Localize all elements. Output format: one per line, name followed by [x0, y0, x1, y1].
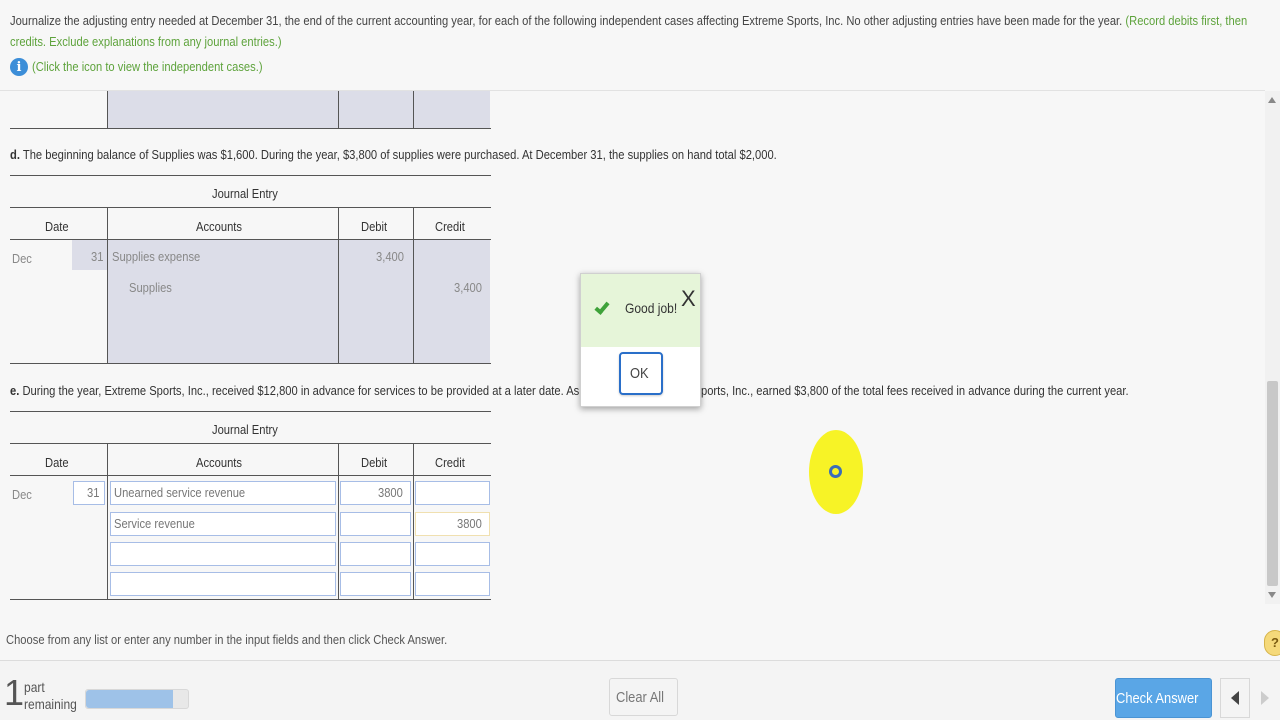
chevron-right-icon: [1261, 691, 1269, 705]
case-e-row3-account-input[interactable]: [110, 542, 336, 566]
info-row: i (Click the icon to view the independen…: [10, 56, 300, 76]
case-d-header-debit: Debit: [360, 219, 387, 234]
case-e-header-debit: Debit: [360, 455, 387, 470]
case-e-label: e.: [10, 383, 20, 398]
footer-hint: Choose from any list or enter any number…: [6, 632, 448, 647]
case-e-row3-credit-input[interactable]: [415, 542, 490, 566]
help-icon[interactable]: ?: [1264, 630, 1280, 656]
chevron-left-icon: [1231, 691, 1239, 705]
case-e-header-credit: Credit: [434, 455, 465, 470]
feedback-dialog: Good job! X OK: [580, 273, 701, 407]
info-icon[interactable]: i: [10, 58, 28, 76]
progress-bar: [85, 689, 189, 709]
case-e-row4-debit-input[interactable]: [340, 572, 411, 596]
case-e-header-date: Date: [44, 455, 69, 470]
case-e-row2-debit-input[interactable]: [340, 512, 411, 536]
clear-all-button[interactable]: Clear All: [609, 678, 678, 716]
parts-remaining-count: 1: [4, 672, 25, 713]
case-d-header-date: Date: [44, 219, 69, 234]
case-e-row3-debit-input[interactable]: [340, 542, 411, 566]
progress-fill: [86, 690, 173, 708]
case-e-row4-account-input[interactable]: [110, 572, 336, 596]
case-e-description-left: During the year, Extreme Sports, Inc., r…: [22, 383, 592, 398]
case-d-row1-account: Supplies expense: [112, 249, 201, 264]
case-d-row1-debit: 3,400: [376, 249, 405, 264]
case-e-text-right: ports, Inc., earned $3,800 of the total …: [701, 383, 1198, 398]
scroll-up-icon[interactable]: [1268, 97, 1276, 103]
case-e-row2-credit-input[interactable]: 3800: [415, 512, 490, 536]
case-d-description: The beginning balance of Supplies was $1…: [22, 147, 777, 162]
dialog-header: Good job! X: [581, 274, 700, 347]
case-e-table-title: Journal Entry: [212, 422, 279, 437]
case-e-row1-debit-input[interactable]: 3800: [340, 481, 411, 505]
bottom-bar: 1 part remaining Clear All Check Answer: [0, 660, 1280, 720]
scroll-down-icon[interactable]: [1268, 592, 1276, 598]
case-d-row2-account: Supplies: [129, 280, 172, 295]
case-e-day-input[interactable]: 31: [73, 481, 105, 505]
case-d-label: d.: [10, 147, 20, 162]
case-d-day: 31: [90, 249, 103, 264]
scrollbar[interactable]: [1265, 91, 1280, 604]
case-d-row2-credit: 3,400: [454, 280, 483, 295]
case-e-row1-credit-input[interactable]: [415, 481, 490, 505]
check-icon: [594, 299, 610, 315]
info-link[interactable]: (Click the icon to view the independent …: [32, 59, 263, 74]
next-question-button[interactable]: [1250, 678, 1280, 718]
case-d-table-title: Journal Entry: [212, 186, 279, 201]
case-e-row2-account-input[interactable]: Service revenue: [110, 512, 336, 536]
case-d-header-accounts: Accounts: [196, 219, 243, 234]
case-d-header-credit: Credit: [434, 219, 465, 234]
instructions: Journalize the adjusting entry needed at…: [10, 10, 1261, 52]
parts-remaining-label: part remaining: [24, 679, 77, 712]
ok-button[interactable]: OK: [619, 352, 663, 395]
check-answer-button[interactable]: Check Answer: [1115, 678, 1212, 718]
case-e-header-accounts: Accounts: [196, 455, 243, 470]
case-d-text: d. The beginning balance of Supplies was…: [10, 147, 902, 162]
previous-question-button[interactable]: [1220, 678, 1250, 718]
case-e-row4-credit-input[interactable]: [415, 572, 490, 596]
dialog-message: Good job!: [625, 300, 678, 316]
cursor-icon: [829, 465, 842, 478]
case-d-month: Dec: [12, 251, 32, 266]
case-e-description-right: ports, Inc., earned $3,800 of the total …: [701, 383, 1129, 398]
close-icon[interactable]: X: [681, 286, 696, 312]
instructions-main: Journalize the adjusting entry needed at…: [10, 13, 1123, 28]
scroll-thumb[interactable]: [1267, 381, 1278, 586]
case-e-month: Dec: [12, 487, 32, 502]
case-e-row1-account-input[interactable]: Unearned service revenue: [110, 481, 336, 505]
